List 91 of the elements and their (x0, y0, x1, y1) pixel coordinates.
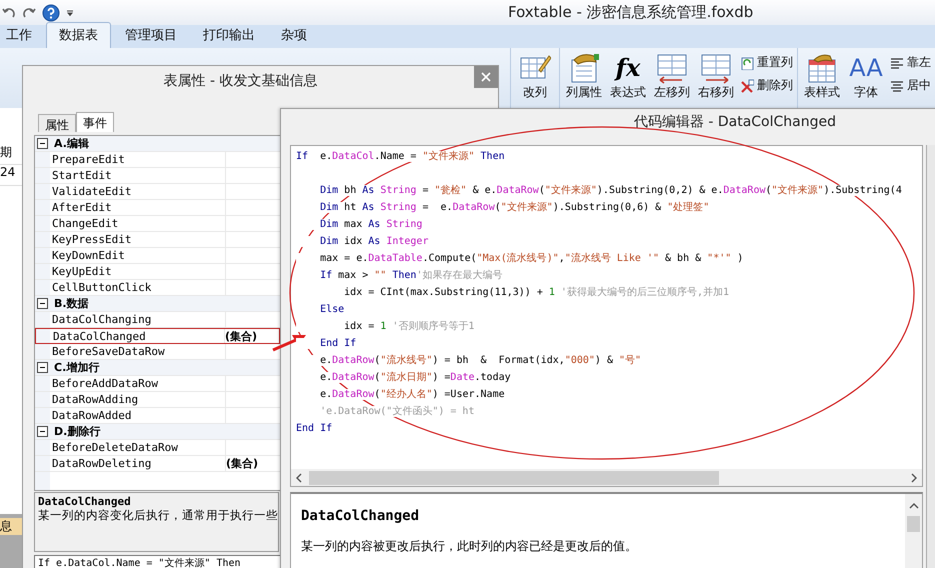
property-name[interactable]: BeforeSaveDataRow (50, 345, 225, 358)
ribbon-button[interactable]: 表样式 (802, 52, 842, 101)
ribbon-icon: AA (849, 52, 883, 84)
property-name[interactable]: BeforeAddDataRow (50, 377, 225, 390)
scroll-left-icon[interactable] (295, 472, 303, 482)
category-row[interactable]: D.删除行 (35, 424, 280, 440)
category-row[interactable]: C.增加行 (35, 360, 280, 376)
dialog-title: 表属性 - 收发文基础信息 (164, 72, 318, 90)
scroll-right-icon[interactable] (910, 472, 918, 482)
property-name[interactable]: StartEdit (50, 169, 225, 182)
code-line: e.DataRow("流水线号") = bh & Format(idx,"000") & "号" (296, 352, 922, 369)
scroll-thumb[interactable] (309, 470, 719, 484)
code-line: e.DataRow("经办人名") =User.Name (296, 386, 922, 403)
ribbon-tab[interactable]: 管理项目 (113, 23, 189, 48)
property-name[interactable]: KeyUpEdit (50, 265, 225, 278)
code-line: Dim idx As Integer (296, 233, 922, 250)
code-line: If e.DataCol.Name = "文件来源" Then (296, 150, 506, 164)
close-button[interactable] (474, 66, 498, 88)
ribbon-tab[interactable]: 杂项 (269, 23, 319, 48)
property-name[interactable]: PrepareEdit (50, 153, 225, 166)
code-line: Dim max As String (296, 216, 922, 233)
category-row[interactable]: B.数据 (35, 296, 280, 312)
cross-icon (740, 78, 754, 92)
ribbon-button[interactable]: 改列 (515, 52, 555, 101)
ribbon-tab[interactable]: 数据表 (46, 22, 111, 48)
help-text: 某一列的内容被更改后执行，此时列的内容已经是更改后的值。 (301, 538, 638, 555)
align-center-icon (890, 78, 904, 92)
code-line: If max > "" Then'如果存在最大编号 (296, 267, 922, 284)
collapse-toggle-icon[interactable] (37, 298, 48, 309)
collapse-toggle-icon[interactable] (37, 138, 48, 149)
help-icon[interactable] (42, 4, 60, 22)
ribbon-button[interactable]: AA 字体 (846, 52, 886, 101)
description-text: 某一列的内容变化后执行，通常用于执行一些 (38, 508, 275, 523)
table-cell: 息 (0, 518, 22, 535)
dialog-title: 代码编辑器 - DataColChanged (634, 113, 836, 131)
tab[interactable]: 事件 (76, 112, 114, 132)
code-line: Else (296, 301, 922, 318)
horizontal-scrollbar[interactable] (291, 469, 922, 486)
code-preview: If e.DataCol.Name = "文件来源" Then (34, 555, 281, 568)
collapse-toggle-icon[interactable] (37, 426, 48, 437)
property-name[interactable]: KeyDownEdit (50, 249, 225, 262)
code-line: End If (296, 335, 922, 352)
redo-icon[interactable] (22, 6, 36, 20)
property-name[interactable]: DataColChanged (51, 330, 224, 342)
code-line: max = e.DataTable.Compute("Max(流水线号)","流水线号 Like '" & bh & "*'" ) (296, 250, 922, 267)
ribbon-tab[interactable]: 打印输出 (191, 23, 267, 48)
ribbon-button[interactable]: 居中 (890, 77, 931, 94)
vertical-scrollbar[interactable] (905, 494, 922, 568)
category-row[interactable]: A.编辑 (35, 136, 280, 152)
code-line: e.DataRow("流水日期") =Date.today (296, 369, 922, 386)
ribbon-button[interactable]: 左移列 (652, 52, 692, 101)
help-title: DataColChanged (301, 508, 420, 524)
ribbon-button[interactable]: 右移列 (696, 52, 736, 101)
annotation-arrow (272, 335, 306, 352)
ribbon-icon: fx (616, 52, 640, 84)
code-line: Dim ht As String = e.DataRow("文件来源").Substring(0,6) & "处理签" (296, 199, 922, 216)
align-left-icon (890, 56, 904, 70)
dropdown-caret-icon[interactable] (66, 8, 74, 16)
property-name[interactable]: ValidateEdit (50, 185, 225, 198)
property-value[interactable]: (集合) (224, 329, 279, 343)
property-name[interactable]: CellButtonClick (50, 281, 225, 294)
code-line: idx = CInt(max.Substring(11,3)) + 1 '获得最大编号的后三位顺序号,并加1 (296, 284, 922, 301)
table-right-arrow-icon (700, 52, 732, 84)
property-name[interactable]: KeyPressEdit (50, 233, 225, 246)
ribbon-tab[interactable]: 工作 (0, 23, 44, 48)
table-hand-icon (806, 52, 838, 84)
scroll-up-icon[interactable] (908, 502, 918, 510)
tab[interactable]: 属性 (38, 114, 76, 132)
ribbon-button[interactable]: fx 表达式 (608, 52, 648, 101)
property-name[interactable]: BeforeDeleteDataRow (50, 441, 225, 454)
ribbon-button[interactable]: 靠左 (890, 54, 931, 71)
table-left-arrow-icon (656, 52, 688, 84)
ribbon-button[interactable]: 删除列 (740, 77, 793, 94)
window-title: Foxtable - 涉密信息系统管理.foxdb (507, 3, 754, 22)
property-name[interactable]: DataRowAdded (50, 409, 225, 422)
code-line: Dim bh As String = "瓮检" & e.DataRow("文件来源").Substring(0,2) & e.DataRow("文件来源").Substring(4 (296, 182, 922, 199)
description-title: DataColChanged (38, 495, 132, 508)
property-name[interactable]: AfterEdit (50, 201, 225, 214)
ribbon-button[interactable]: 重置列 (740, 54, 793, 71)
undo-icon[interactable] (2, 6, 16, 20)
property-name[interactable]: DataColChanging (50, 313, 225, 326)
property-name[interactable]: ChangeEdit (50, 217, 225, 230)
code-line: idx = 1 '否则顺序号等于1 (296, 318, 922, 335)
property-name[interactable]: DataRowDeleting (50, 457, 225, 470)
ribbon-button[interactable]: 列属性 (564, 52, 604, 101)
collapse-toggle-icon[interactable] (37, 362, 48, 373)
close-icon (481, 72, 491, 82)
property-name[interactable]: DataRowAdding (50, 393, 225, 406)
scroll-thumb[interactable] (907, 516, 920, 532)
code-line: 'e.DataRow("文件函头") = ht (296, 403, 922, 420)
refresh-icon (740, 56, 754, 70)
